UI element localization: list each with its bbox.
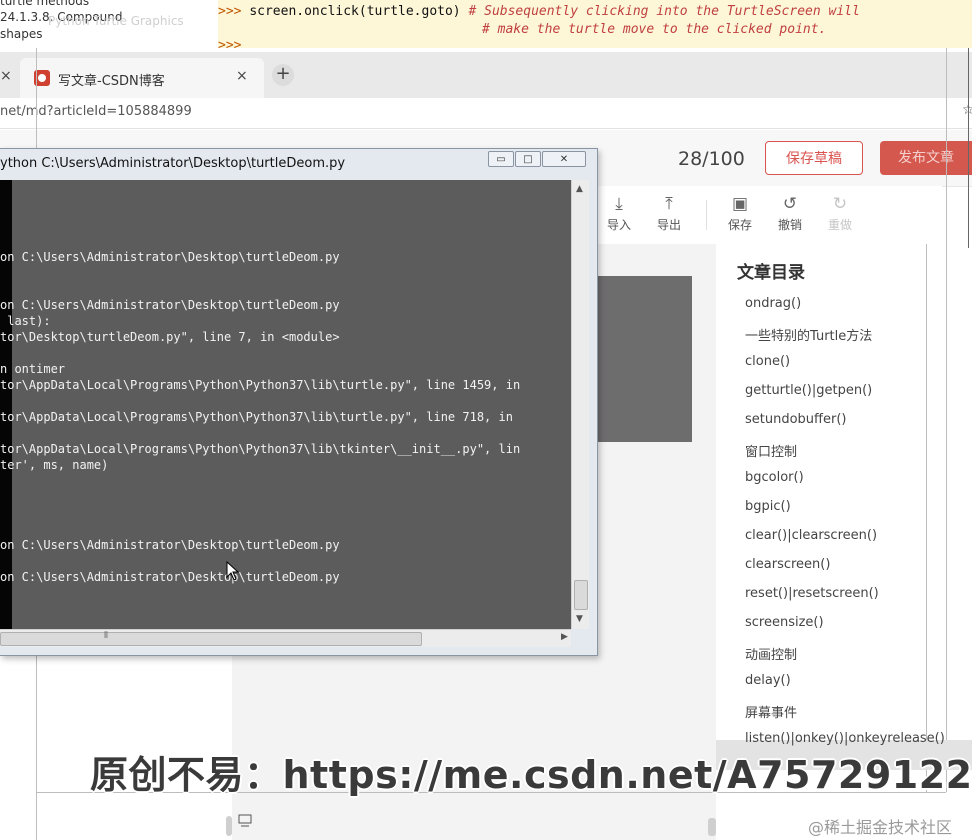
url-text[interactable]: net/md?articleId=105884899 [0, 104, 192, 119]
close-button[interactable]: ✕ [542, 151, 586, 167]
turtle-graphics-title: Python Turtle Graphics [48, 14, 184, 28]
title-char-count: 28/100 [678, 148, 745, 170]
console-line: on C:\Users\Administrator\Desktop\turtle… [0, 538, 340, 552]
toc-item[interactable]: listen()|onkey()|onkeyrelease() [745, 731, 945, 746]
doc-line: turtle methods [0, 0, 90, 8]
monitor-icon [238, 814, 252, 832]
watermark-text: 原创不易：https://me.csdn.net/A757291228 [90, 753, 972, 797]
toc-item[interactable]: 动画控制 [745, 644, 797, 663]
console-line: last): [0, 314, 51, 328]
console-line: tor\AppData\Local\Programs\Python\Python… [0, 378, 521, 392]
python-shell[interactable]: >>> screen.onclick(turtle.goto) # Subseq… [218, 0, 972, 53]
shell-comment: # Subsequently clicking into the TurtleS… [468, 4, 860, 19]
minimize-button[interactable]: ▭ [488, 151, 514, 167]
toc-item[interactable]: clearscreen() [745, 557, 830, 572]
cmd-window-title: ython C:\Users\Administrator\Desktop\tur… [0, 156, 346, 171]
toc-item[interactable]: bgpic() [745, 499, 791, 514]
toc-title: 文章目录 [737, 263, 805, 283]
toc-item[interactable]: delay() [745, 673, 791, 688]
juejin-credit: @稀土掘金技术社区 [808, 818, 953, 837]
toc-item[interactable]: bgcolor() [745, 470, 804, 485]
save-icon: ▣ [731, 194, 749, 214]
export-icon: ⤒ [665, 194, 673, 214]
scroll-handle[interactable] [708, 818, 716, 836]
tool-label: 导出 [656, 218, 681, 232]
export-button[interactable]: ⤒ 导出 [649, 194, 689, 233]
undo-icon: ↺ [782, 194, 798, 214]
shell-prompt: >>> [218, 38, 242, 53]
toc-item[interactable]: screensize() [745, 615, 824, 630]
editor-toolbar: ⤓ 导入 ⤒ 导出 ▣ 保存 ↺ 撤销 ↻ 重做 [590, 186, 942, 244]
console-left-strip [0, 180, 12, 629]
redo-button[interactable]: ↻ 重做 [820, 194, 860, 233]
scroll-up-icon[interactable]: ▲ [576, 184, 583, 194]
shell-row: >>> screen.onclick(turtle.goto) # Subseq… [218, 4, 860, 22]
console-line: on C:\Users\Administrator\Desktop\turtle… [0, 250, 340, 264]
shell-row: # make the turtle move to the clicked po… [482, 22, 826, 40]
console-line: tor\Desktop\turtleDeom.py", line 7, in <… [0, 330, 340, 344]
scroll-thumb[interactable] [574, 580, 588, 610]
tab-title: 写文章-CSDN博客 [58, 74, 165, 89]
console-line: on C:\Users\Administrator\Desktop\turtle… [0, 570, 340, 584]
console-line: ter', ms, name) [0, 458, 109, 472]
h-scroll-thumb[interactable] [0, 632, 422, 646]
console-line: on C:\Users\Administrator\Desktop\turtle… [0, 298, 340, 312]
toc-item[interactable]: 屏幕事件 [745, 702, 797, 721]
toc-item[interactable]: 窗口控制 [745, 441, 797, 460]
shell-comment: # make the turtle move to the clicked po… [482, 22, 827, 37]
console-output[interactable]: on C:\Users\Administrator\Desktop\turtle… [0, 180, 571, 629]
shell-prompt: >>> [218, 4, 242, 19]
redo-icon: ↻ [832, 194, 848, 214]
toolbar-divider [706, 200, 707, 230]
toc-item[interactable]: reset()|resetscreen() [745, 586, 879, 601]
cmd-window[interactable]: ython C:\Users\Administrator\Desktop\tur… [0, 148, 598, 656]
window-frame-edge [968, 48, 969, 248]
toc-item[interactable]: clear()|clearscreen() [745, 528, 877, 543]
tab-close-icon[interactable]: × [236, 68, 248, 84]
tool-label: 导入 [606, 218, 631, 232]
save-draft-button[interactable]: 保存草稿 [765, 141, 863, 175]
console-line: n ontimer [0, 362, 66, 376]
tool-label: 重做 [827, 218, 852, 232]
save-button[interactable]: ▣ 保存 [720, 194, 760, 233]
maximize-button[interactable]: □ [515, 151, 541, 167]
vertical-scrollbar[interactable]: ▲ ▼ [571, 180, 589, 629]
window-frame-edge [926, 244, 927, 792]
tool-label: 撤销 [777, 218, 802, 232]
publish-button[interactable]: 发布文章 [880, 141, 972, 175]
shell-code: screen.onclick(turtle.goto) [249, 4, 461, 19]
scroll-right-icon[interactable]: ▶ [561, 632, 568, 642]
import-icon: ⤓ [615, 194, 623, 214]
bookmark-star-icon[interactable]: ☆ [962, 102, 972, 118]
toc-item[interactable]: clone() [745, 354, 790, 369]
tool-label: 保存 [727, 218, 752, 232]
toc-item[interactable]: setundobuffer() [745, 412, 847, 427]
undo-button[interactable]: ↺ 撤销 [770, 194, 810, 233]
address-bar[interactable]: net/md?articleId=105884899 ☆ [0, 98, 972, 129]
window-frame-edge [946, 48, 947, 792]
horizontal-scrollbar[interactable]: ⦀ ▶ [0, 629, 571, 647]
toc-item[interactable]: getturtle()|getpen() [745, 383, 872, 398]
toc-item[interactable]: ondrag() [745, 296, 801, 311]
tab-csdn-editor[interactable]: 写文章-CSDN博客 × [20, 58, 264, 98]
prev-tab-close-icon[interactable]: × [0, 68, 12, 84]
new-tab-button[interactable]: + [272, 64, 294, 86]
console-line: tor\AppData\Local\Programs\Python\Python… [0, 442, 521, 456]
scroll-handle[interactable] [226, 816, 232, 836]
preview-image-block [592, 276, 692, 442]
scroll-down-icon[interactable]: ▼ [576, 614, 583, 624]
console-line: tor\AppData\Local\Programs\Python\Python… [0, 410, 513, 424]
grip-icon: ⦀ [104, 631, 108, 641]
import-button[interactable]: ⤓ 导入 [599, 194, 639, 233]
tab-bar: 写文章-CSDN博客 × [0, 52, 972, 99]
toc-item[interactable]: 一些特别的Turtle方法 [745, 325, 872, 344]
doc-line: shapes [0, 27, 43, 41]
